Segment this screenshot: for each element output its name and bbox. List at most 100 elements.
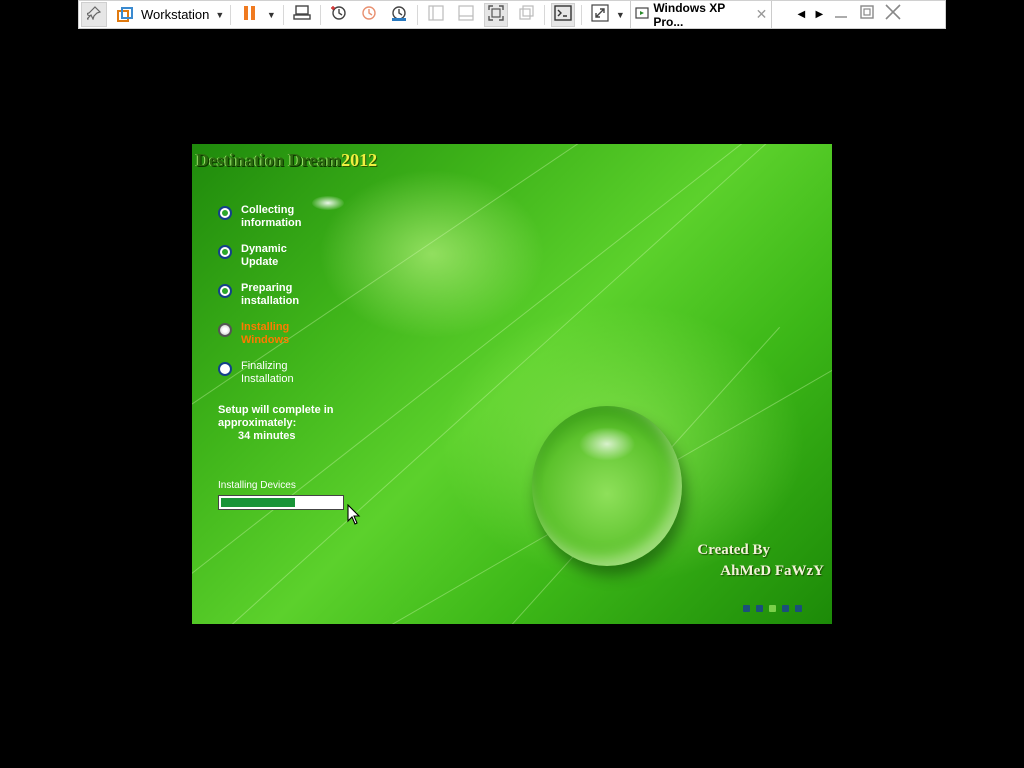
setup-title-main: Destination Dream	[196, 150, 342, 170]
chevron-down-icon: ▼	[615, 9, 625, 20]
revert-snapshot-button[interactable]	[357, 3, 381, 27]
water-drop	[532, 406, 682, 566]
thumbnail-view-icon	[458, 5, 474, 24]
step-label-line2: Installation	[241, 373, 294, 385]
install-progress-bar	[218, 495, 344, 510]
pause-icon	[243, 5, 257, 24]
unity-button[interactable]	[514, 3, 538, 27]
power-menu-button[interactable]: ▼	[263, 2, 277, 27]
mouse-cursor-icon	[347, 503, 361, 531]
unity-icon	[518, 5, 534, 24]
snapshot-manager-icon	[390, 4, 408, 25]
vm-tab-title: Windows XP Pro...	[653, 0, 726, 29]
step-label-line1: Installing	[241, 321, 290, 333]
step-label-line1: Preparing	[241, 282, 293, 294]
scroll-right-icon: ▶	[815, 9, 824, 20]
separator	[320, 4, 322, 25]
setup-title-year: 2012	[341, 150, 378, 170]
vm-tab-icon	[635, 6, 649, 23]
fullscreen-button[interactable]	[484, 2, 509, 27]
setup-step-dynamic-update: Dynamic Update	[218, 243, 321, 282]
console-view-button[interactable]	[424, 3, 448, 27]
step-label-line2: installation	[241, 295, 300, 307]
page-indicator-dot	[756, 605, 763, 612]
step-label: Preparing installation	[241, 282, 321, 308]
pin-icon	[84, 6, 102, 23]
terminal-button[interactable]	[551, 2, 576, 27]
step-done-icon	[218, 206, 232, 220]
terminal-icon	[554, 5, 573, 24]
stretch-guest-button[interactable]	[588, 3, 612, 27]
setup-step-collecting: Collecting information	[218, 204, 321, 243]
restore-icon	[859, 4, 875, 25]
step-label: Collecting information	[241, 204, 321, 230]
step-label-line2: Windows	[241, 334, 290, 346]
send-ctrl-alt-del-icon	[293, 5, 312, 24]
step-label-line1: Finalizing	[241, 360, 288, 372]
step-label: Dynamic Update	[241, 243, 321, 269]
workstation-menu-button[interactable]: Workstation ▼	[113, 2, 224, 27]
vm-tab-windows-xp[interactable]: Windows XP Pro... ✕	[630, 0, 773, 29]
scroll-left-icon: ◀	[797, 9, 806, 20]
separator	[544, 4, 546, 25]
credit-line1: Created By	[697, 542, 770, 558]
setup-title: Destination Dream2012	[196, 150, 377, 171]
credit-line2: AhMeD FaWzY	[720, 563, 824, 579]
step-label-line2: information	[241, 217, 302, 229]
eta-line1: Setup will complete in	[218, 404, 334, 416]
vmware-toolbar: Workstation ▼ ▼ ▼ Windows XP Pro... ✕ ◀ …	[78, 0, 946, 29]
setup-step-preparing: Preparing installation	[218, 282, 321, 321]
page-indicator-dot	[782, 605, 789, 612]
page-indicator-dot	[743, 605, 750, 612]
minimize-button[interactable]	[828, 2, 854, 27]
step-pending-icon	[218, 362, 232, 376]
page-indicator-dot	[795, 605, 802, 612]
step-done-icon	[218, 245, 232, 259]
separator	[283, 4, 285, 25]
step-label-line2: Update	[241, 256, 279, 268]
snapshot-icon	[330, 4, 348, 25]
close-window-button[interactable]	[880, 2, 906, 27]
setup-step-finalizing: Finalizing Installation	[218, 360, 321, 399]
revert-snapshot-icon	[360, 4, 378, 25]
step-label-line1: Dynamic	[241, 243, 287, 255]
stretch-icon	[591, 4, 609, 25]
guest-setup-screen[interactable]: Destination Dream2012 Collecting informat…	[192, 144, 832, 624]
page-indicator	[743, 605, 802, 612]
pause-button[interactable]	[237, 2, 263, 27]
vmware-logo-icon	[113, 3, 137, 27]
snapshot-manager-button[interactable]	[387, 3, 411, 27]
minimize-icon	[833, 4, 849, 25]
eta-minutes: 34 minutes	[238, 430, 296, 442]
time-remaining: Setup will complete in approximately: 34…	[218, 404, 334, 443]
close-icon	[884, 3, 902, 26]
eta-line2: approximately:	[218, 417, 297, 429]
step-label-line1: Collecting	[241, 204, 295, 216]
scroll-tabs-right-button[interactable]: ▶	[810, 2, 828, 27]
restore-button[interactable]	[854, 2, 880, 27]
step-done-icon	[218, 284, 232, 298]
separator	[581, 4, 583, 25]
chevron-down-icon: ▼	[215, 9, 225, 20]
step-label: Finalizing Installation	[241, 360, 321, 386]
setup-step-installing: Installing Windows	[218, 321, 321, 360]
separator	[417, 4, 419, 25]
scroll-tabs-left-button[interactable]: ◀	[792, 2, 810, 27]
pin-toolbar-button[interactable]	[81, 2, 107, 27]
workstation-menu-label: Workstation	[141, 7, 210, 22]
console-view-icon	[428, 5, 444, 24]
page-indicator-dot	[769, 605, 776, 612]
chevron-down-icon: ▼	[266, 9, 276, 20]
setup-steps-list: Collecting information Dynamic Update Prep…	[218, 204, 321, 399]
progress-label: Installing Devices	[218, 480, 296, 491]
separator	[230, 4, 232, 25]
step-current-icon	[218, 323, 232, 337]
close-tab-icon[interactable]: ✕	[756, 6, 768, 23]
credit-text: Created By AhMeD FaWzY	[697, 540, 824, 582]
send-ctrl-alt-del-button[interactable]	[290, 3, 314, 27]
thumbnail-view-button[interactable]	[454, 3, 478, 27]
fullscreen-icon	[488, 5, 505, 24]
progress-fill	[221, 498, 296, 507]
stretch-menu-button[interactable]: ▼	[612, 2, 626, 27]
take-snapshot-button[interactable]	[327, 3, 351, 27]
